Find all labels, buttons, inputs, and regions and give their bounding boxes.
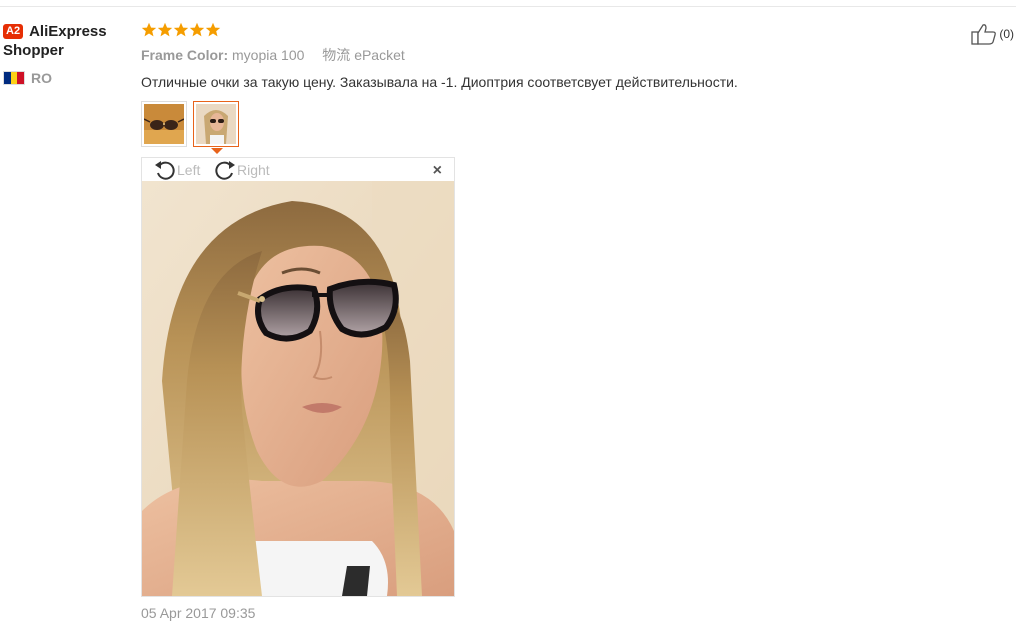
frame-color-label: Frame Color: [141,47,229,63]
review-photo-large [142,181,454,596]
rotate-right-icon [215,161,235,180]
photo-thumbnails [141,101,961,154]
helpful-count: (0) [999,27,1014,41]
shipping-label: 物流 [322,47,351,63]
rotate-right-label: Right [237,162,270,178]
romania-flag-icon [3,71,25,85]
star-icon [205,22,221,37]
buyer-country: RO [3,70,133,86]
helpful-button[interactable]: (0) [971,23,1014,45]
star-icon [157,22,173,37]
selfie-photo-thumbnail-icon [196,104,236,144]
star-icon [189,22,205,37]
shipping-value: ePacket [354,47,405,63]
order-attributes: Frame Color: myopia 100 物流 ePacket [141,46,961,64]
star-rating [141,22,961,40]
photo-thumbnail[interactable] [141,101,187,147]
buyer-level-badge: A2 [3,24,24,39]
star-icon [173,22,189,37]
photo-viewer: Left Right × [141,157,455,597]
buyer-name-row: A2 AliExpress Shopper [3,22,133,60]
star-icon [141,22,157,37]
thumbs-up-icon [971,24,997,45]
photo-thumbnail-selected[interactable] [193,101,239,154]
close-viewer-button[interactable]: × [433,162,442,180]
country-code: RO [31,70,52,86]
review-text: Отличные очки за такую цену. Заказывала … [141,74,738,90]
frame-color-value: myopia 100 [232,47,305,63]
sunglasses-photo-thumbnail-icon [143,104,185,144]
selected-caret-icon [211,148,223,154]
feedback-content: Frame Color: myopia 100 物流 ePacket Отлич… [141,22,961,154]
selfie-photo-image [142,181,454,596]
top-divider [0,6,1016,7]
review-date: 05 Apr 2017 09:35 [141,605,256,621]
rotate-left-label: Left [177,162,201,178]
rotate-left-icon [155,161,175,180]
buyer-info: A2 AliExpress Shopper RO [3,22,133,86]
rotate-right-button[interactable]: Right [213,159,270,181]
rotate-left-button[interactable]: Left [153,159,200,181]
photo-viewer-toolbar: Left Right × [142,158,454,182]
